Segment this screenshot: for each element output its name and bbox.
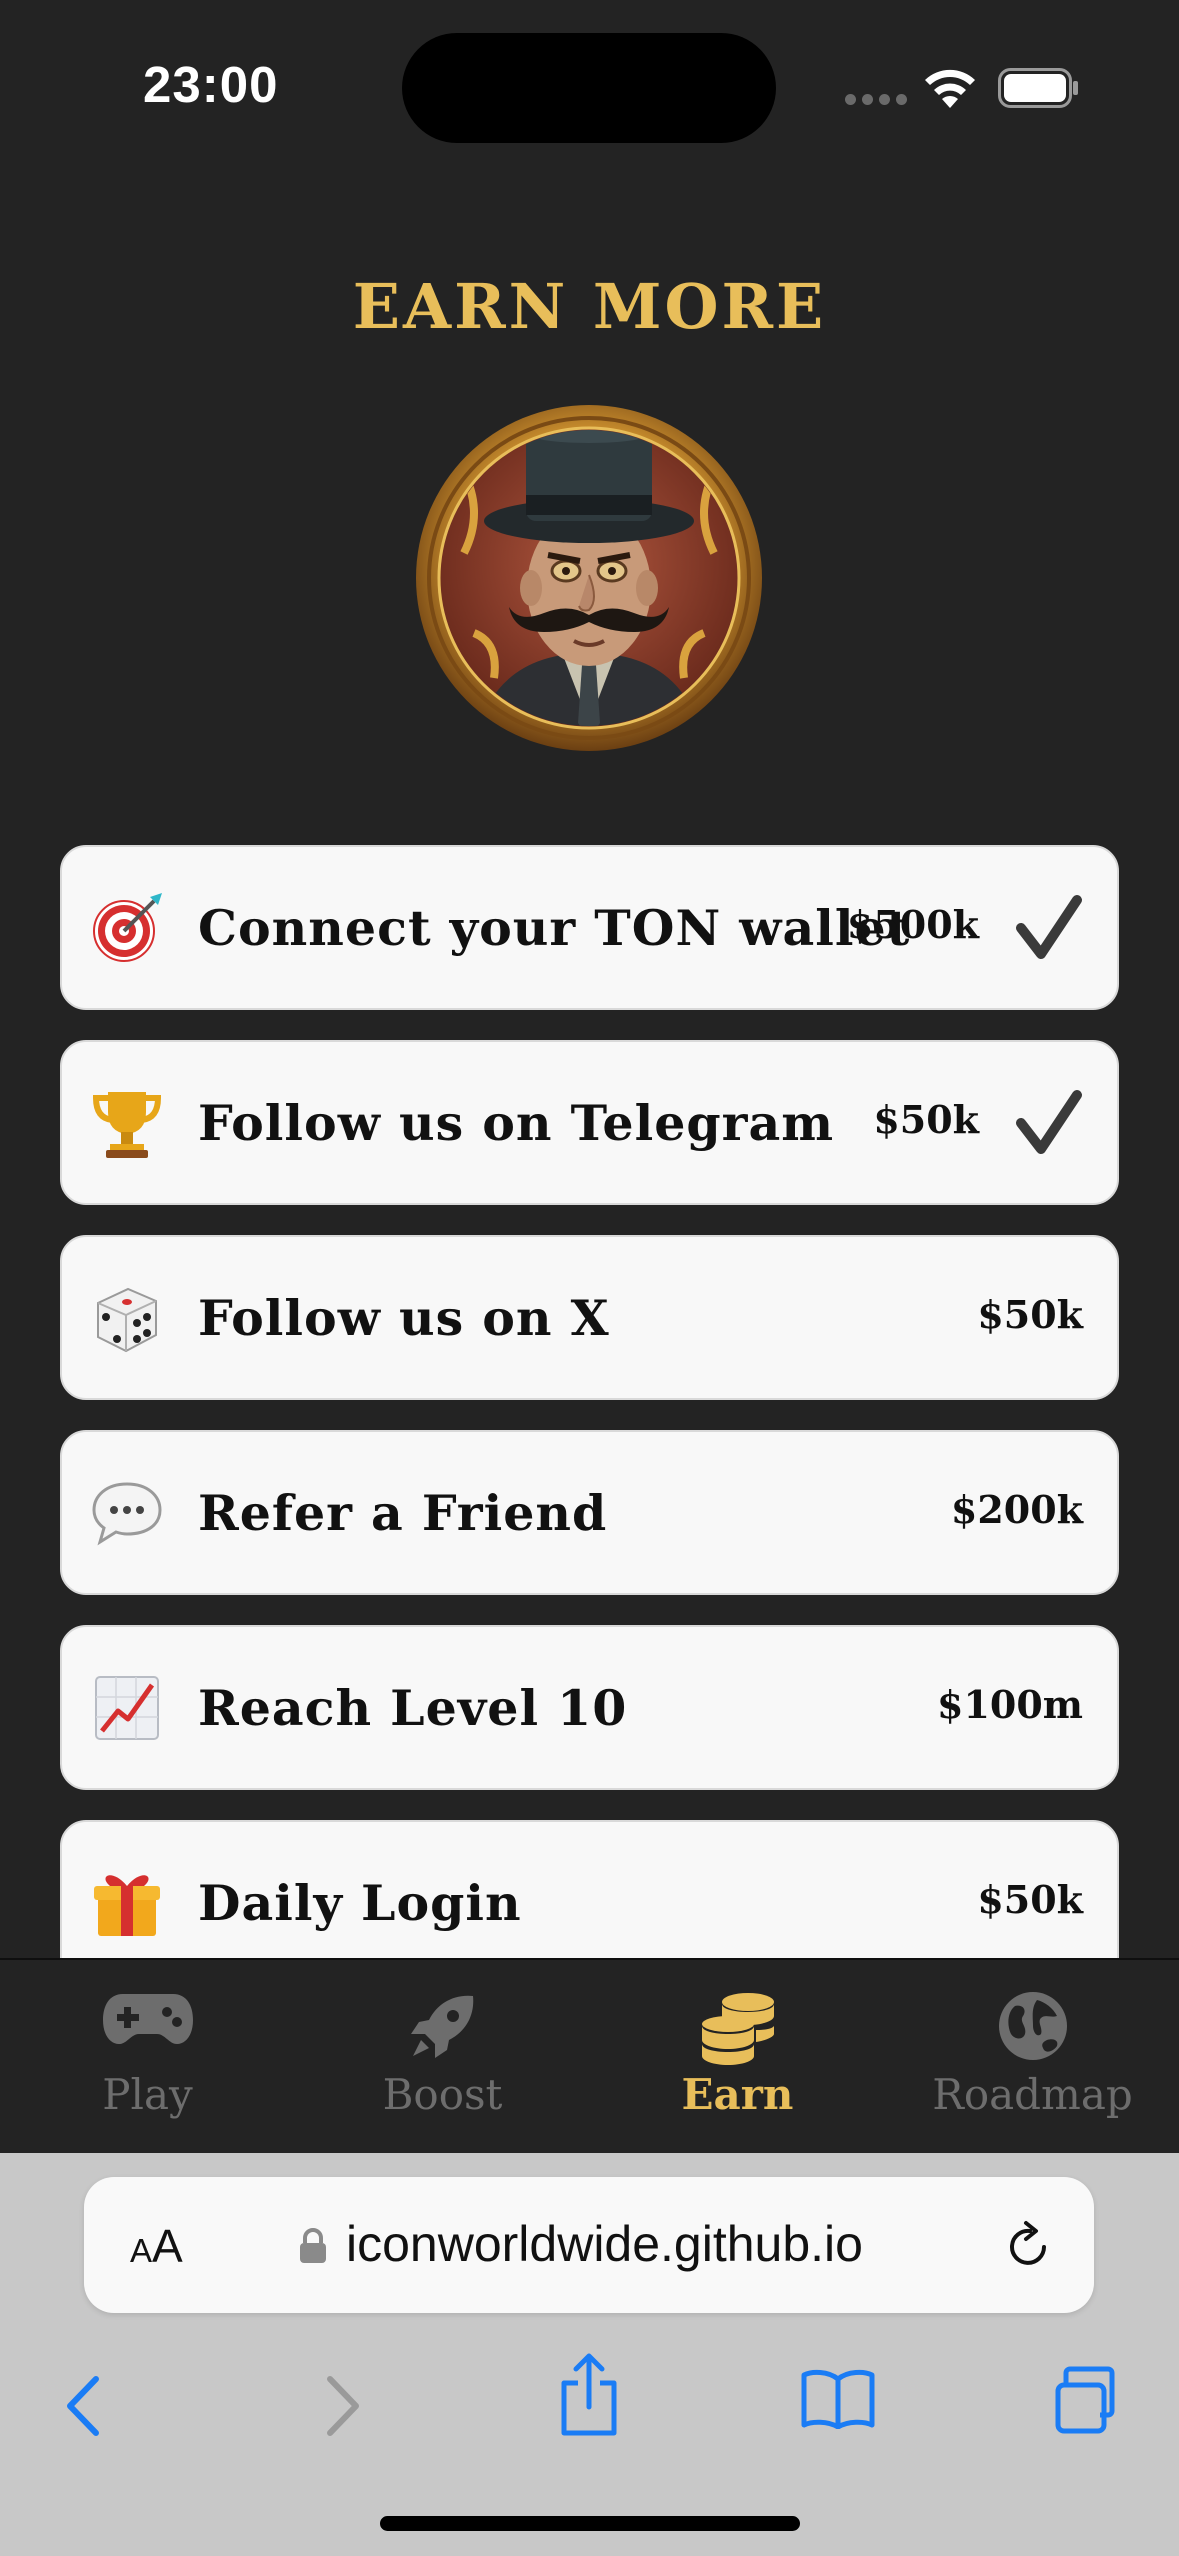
task-follow-x[interactable]: Follow us on X $50k — [60, 1235, 1119, 1400]
target-icon — [90, 891, 164, 965]
task-list: Connect your TON wallet $500k Follow us … — [60, 845, 1119, 1960]
task-reward: $100m — [937, 1681, 1083, 1727]
cellular-signal-icon — [845, 94, 907, 105]
checkmark-icon — [1016, 894, 1082, 959]
task-daily-login[interactable]: Daily Login $50k — [60, 1820, 1119, 1960]
page-title: EARN MORE — [352, 270, 827, 343]
browser-toolbar — [0, 2343, 1179, 2453]
tab-label: Play — [102, 2070, 193, 2119]
bottom-tab-bar: Play Boost Earn Roadmap — [0, 1958, 1179, 2153]
browser-chrome: AA iconworldwide.github.io — [0, 2153, 1179, 2556]
task-label: Follow us on X — [198, 1288, 610, 1347]
tab-label: Earn — [681, 2070, 794, 2119]
task-reward: $50k — [977, 1876, 1083, 1922]
task-reach-level-10[interactable]: Reach Level 10 $100m — [60, 1625, 1119, 1790]
task-label: Follow us on Telegram — [198, 1093, 835, 1152]
checkmark-icon — [1016, 1089, 1082, 1154]
tab-label: Roadmap — [932, 2070, 1133, 2119]
task-follow-telegram[interactable]: Follow us on Telegram $50k — [60, 1040, 1119, 1205]
chart-increasing-icon — [90, 1671, 164, 1745]
globe-icon — [998, 1992, 1067, 2060]
speech-bubble-icon — [90, 1476, 164, 1550]
task-reward: $50k — [873, 1096, 979, 1142]
task-refer-friend[interactable]: Refer a Friend $200k — [60, 1430, 1119, 1595]
wifi-icon — [925, 69, 975, 108]
tab-play[interactable]: Play — [0, 1960, 295, 2155]
coins-icon — [701, 1993, 774, 2065]
gift-icon — [90, 1866, 164, 1940]
task-reward: $200k — [950, 1486, 1083, 1532]
url-text: iconworldwide.github.io — [346, 2216, 863, 2272]
status-bar: 23:00 — [0, 0, 1179, 170]
forward-icon[interactable] — [322, 2375, 362, 2437]
task-label: Daily Login — [198, 1873, 522, 1932]
gamepad-icon — [102, 1994, 193, 2044]
tab-label: Boost — [382, 2070, 503, 2119]
battery-icon — [998, 68, 1078, 108]
reader-settings-button[interactable]: AA — [130, 2219, 183, 2273]
mustache-gentleman-coin-avatar — [416, 405, 762, 751]
tab-roadmap[interactable]: Roadmap — [885, 1960, 1179, 2155]
back-icon[interactable] — [64, 2375, 104, 2437]
status-time: 23:00 — [143, 56, 279, 113]
share-icon[interactable] — [558, 2351, 620, 2439]
lock-icon — [300, 2228, 326, 2263]
trophy-icon — [90, 1086, 164, 1160]
tab-boost[interactable]: Boost — [295, 1960, 590, 2155]
task-reward: $500k — [846, 901, 979, 947]
task-label: Refer a Friend — [198, 1483, 608, 1542]
task-reward: $50k — [977, 1291, 1083, 1337]
rocket-icon — [410, 1995, 473, 2058]
bookmarks-icon[interactable] — [800, 2369, 876, 2429]
tab-earn[interactable]: Earn — [590, 1960, 885, 2155]
task-connect-ton-wallet[interactable]: Connect your TON wallet $500k — [60, 845, 1119, 1010]
address-bar[interactable]: AA iconworldwide.github.io — [84, 2177, 1094, 2313]
task-label: Reach Level 10 — [198, 1678, 628, 1737]
tabs-icon[interactable] — [1052, 2365, 1124, 2435]
task-label: Connect your TON wallet — [198, 898, 911, 957]
home-indicator — [380, 2516, 800, 2531]
dynamic-island — [402, 33, 776, 143]
reload-icon[interactable] — [1004, 2217, 1054, 2271]
dice-icon — [90, 1281, 164, 1355]
